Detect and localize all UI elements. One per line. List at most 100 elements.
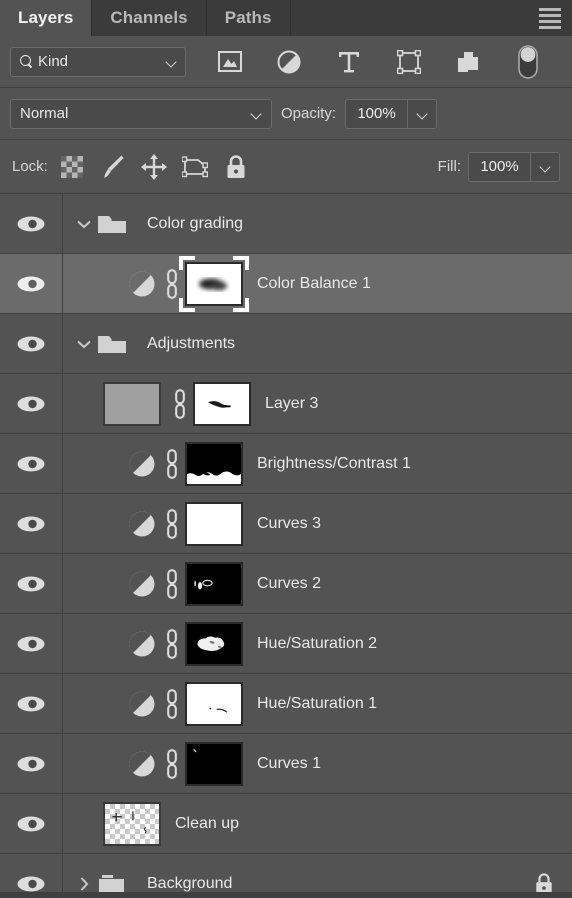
layer-name: Adjustments — [147, 334, 236, 352]
lock-image-pixels-icon[interactable] — [99, 153, 127, 181]
layer-name: Brightness/Contrast 1 — [257, 454, 411, 472]
layer-visibility-toggle[interactable] — [0, 794, 63, 853]
layer-name: Curves 3 — [257, 514, 322, 532]
pixel-layer-filter-icon[interactable] — [215, 47, 245, 77]
blend-mode-select[interactable]: Normal — [10, 98, 272, 129]
mask-link-icon[interactable] — [159, 688, 185, 719]
smart-object-filter-icon[interactable] — [453, 47, 483, 77]
panel-bottom-strip — [0, 892, 572, 898]
shape-layer-filter-icon[interactable] — [394, 47, 424, 77]
half-circle-adjustment-icon[interactable] — [125, 450, 159, 478]
adjustment-layer-filter-icon[interactable] — [274, 47, 304, 77]
lock-icon-group — [58, 153, 250, 181]
opacity-stepper[interactable] — [408, 99, 437, 128]
tab-layers-label: Layers — [18, 8, 74, 27]
half-circle-adjustment-icon[interactable] — [125, 750, 159, 778]
fill-label: Fill: — [437, 158, 461, 175]
hamburger-menu-icon[interactable] — [528, 0, 572, 36]
chevron-down-icon — [251, 110, 262, 117]
table-row[interactable]: Curves 3 — [0, 494, 572, 554]
half-circle-adjustment-icon[interactable] — [125, 690, 159, 718]
layer-name: Hue/Saturation 2 — [257, 634, 378, 652]
chevron-down-icon — [417, 110, 428, 117]
table-row[interactable]: Curves 2 — [0, 554, 572, 614]
table-row[interactable]: Clean up — [0, 794, 572, 854]
layer-list[interactable]: Color grading Color Balance 1 Adjustment… — [0, 194, 572, 898]
layer-name: Layer 3 — [265, 394, 319, 412]
layer-visibility-toggle[interactable] — [0, 314, 63, 373]
mask-link-icon[interactable] — [159, 508, 185, 539]
tab-paths-label: Paths — [224, 8, 272, 27]
layer-visibility-toggle[interactable] — [0, 554, 63, 613]
tab-channels[interactable]: Channels — [92, 0, 207, 36]
layer-mask-thumbnail[interactable] — [185, 441, 243, 486]
layer-mask-thumbnail[interactable] — [185, 681, 243, 726]
half-circle-adjustment-icon[interactable] — [125, 270, 159, 298]
table-row[interactable]: Adjustments — [0, 314, 572, 374]
group-twisty-chevron-down-icon[interactable] — [73, 339, 95, 349]
layer-mask-thumbnail[interactable] — [179, 255, 249, 312]
lock-position-icon[interactable] — [140, 153, 168, 181]
tab-layers[interactable]: Layers — [0, 0, 93, 36]
layer-visibility-toggle[interactable] — [0, 734, 63, 793]
chevron-down-icon — [540, 163, 551, 170]
magnifier-icon — [19, 54, 34, 69]
fill-stepper[interactable] — [531, 152, 559, 181]
half-circle-adjustment-icon[interactable] — [125, 570, 159, 598]
lock-label: Lock: — [12, 158, 48, 175]
layer-name: Color Balance 1 — [257, 274, 371, 292]
table-row[interactable]: Color Balance 1 — [0, 254, 572, 314]
filter-type-icons — [186, 44, 562, 79]
mask-link-icon[interactable] — [159, 568, 185, 599]
layer-visibility-toggle[interactable] — [0, 254, 63, 313]
layer-name: Clean up — [175, 814, 240, 832]
lock-artboard-nesting-icon[interactable] — [181, 153, 209, 181]
tab-bar-filler — [290, 0, 528, 36]
mask-link-icon[interactable] — [159, 448, 185, 479]
layer-visibility-toggle[interactable] — [0, 434, 63, 493]
filter-kind-select[interactable]: Kind — [10, 46, 186, 77]
layer-thumbnail[interactable] — [103, 801, 161, 846]
layer-mask-thumbnail[interactable] — [185, 561, 243, 606]
filter-toggle-switch[interactable] — [513, 44, 543, 79]
layer-visibility-toggle[interactable] — [0, 374, 63, 433]
group-twisty-chevron-down-icon[interactable] — [73, 219, 95, 229]
layer-mask-thumbnail[interactable] — [193, 381, 251, 426]
group-twisty-chevron-right-icon[interactable] — [73, 876, 95, 892]
layer-visibility-toggle[interactable] — [0, 194, 63, 253]
layer-visibility-toggle[interactable] — [0, 614, 63, 673]
folder-open-icon — [95, 332, 129, 356]
fill-group: Fill: 100% — [437, 151, 560, 182]
blend-mode-value: Normal — [20, 105, 69, 122]
layers-panel: Layers Channels Paths Kind Normal Opacit… — [0, 0, 572, 898]
lock-all-icon[interactable] — [222, 153, 250, 181]
mask-link-icon[interactable] — [167, 388, 193, 419]
layer-mask-thumbnail[interactable] — [185, 621, 243, 666]
mask-link-icon[interactable] — [159, 748, 185, 779]
half-circle-adjustment-icon[interactable] — [125, 630, 159, 658]
tab-paths[interactable]: Paths — [206, 0, 291, 36]
layer-thumbnail[interactable] — [103, 381, 161, 426]
type-layer-filter-icon[interactable] — [334, 47, 364, 77]
folder-open-icon — [95, 212, 129, 236]
table-row[interactable]: Color grading — [0, 194, 572, 254]
layer-visibility-toggle[interactable] — [0, 674, 63, 733]
layer-mask-thumbnail[interactable] — [185, 741, 243, 786]
table-row[interactable]: Brightness/Contrast 1 — [0, 434, 572, 494]
mask-link-icon[interactable] — [159, 628, 185, 659]
table-row[interactable]: Layer 3 — [0, 374, 572, 434]
fill-field[interactable]: 100% — [468, 151, 560, 182]
table-row[interactable]: Curves 1 — [0, 734, 572, 794]
layer-mask-thumbnail[interactable] — [185, 501, 243, 546]
table-row[interactable]: Hue/Saturation 2 — [0, 614, 572, 674]
half-circle-adjustment-icon[interactable] — [125, 510, 159, 538]
layer-visibility-toggle[interactable] — [0, 494, 63, 553]
opacity-value[interactable]: 100% — [346, 99, 409, 128]
lock-transparent-pixels-icon[interactable] — [58, 153, 86, 181]
layer-name: Curves 2 — [257, 574, 322, 592]
opacity-field[interactable]: 100% — [345, 98, 438, 129]
layer-name: Curves 1 — [257, 754, 322, 772]
table-row[interactable]: Hue/Saturation 1 — [0, 674, 572, 734]
mask-link-icon[interactable] — [159, 268, 185, 299]
fill-value[interactable]: 100% — [469, 152, 531, 181]
